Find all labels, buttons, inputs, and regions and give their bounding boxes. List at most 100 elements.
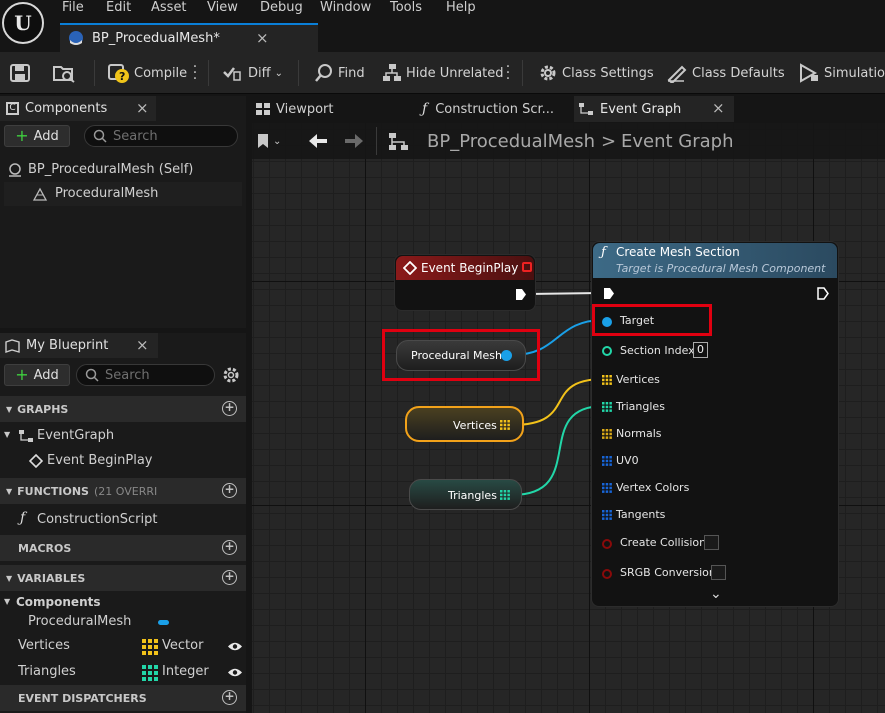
create-collision-checkbox[interactable] bbox=[704, 535, 719, 550]
normals-pin-icon[interactable] bbox=[602, 429, 612, 439]
macros-section-header[interactable]: MACROS + bbox=[0, 535, 246, 561]
component-self-item[interactable]: BP_ProceduralMesh (Self) bbox=[0, 158, 246, 182]
vertices-getter-node[interactable]: Vertices bbox=[405, 406, 524, 442]
simulation-label: Simulation bbox=[824, 65, 885, 81]
my-blueprint-search-input[interactable]: Search bbox=[76, 364, 215, 386]
vertex-colors-pin-icon[interactable] bbox=[602, 483, 612, 493]
menu-view[interactable]: View bbox=[207, 0, 238, 15]
create-mesh-section-node[interactable]: ƒ Create Mesh Section Target is Procedur… bbox=[591, 241, 839, 607]
breadcrumb-graph[interactable]: Event Graph bbox=[621, 131, 734, 152]
function-icon: ƒ bbox=[422, 101, 428, 117]
create-collision-pin-icon[interactable] bbox=[602, 539, 612, 549]
variables-section-header[interactable]: ▼ VARIABLES + bbox=[0, 565, 246, 591]
variable-row-vertices[interactable]: Vertices Vector bbox=[0, 635, 246, 657]
menu-window[interactable]: Window bbox=[320, 0, 371, 15]
menu-tools[interactable]: Tools bbox=[390, 0, 422, 15]
variable-row-proceduralmesh[interactable]: ProceduralMesh bbox=[0, 613, 246, 633]
component-proceduralmesh-item[interactable]: ProceduralMesh bbox=[4, 182, 242, 206]
components-tab-label: Components bbox=[25, 101, 108, 116]
menu-edit[interactable]: Edit bbox=[106, 0, 131, 15]
add-function-icon[interactable]: + bbox=[222, 483, 237, 498]
vertices-pin-icon[interactable] bbox=[602, 375, 612, 385]
my-blueprint-add-button[interactable]: + Add bbox=[4, 364, 70, 386]
srgb-conversion-pin-icon[interactable] bbox=[602, 569, 612, 579]
back-arrow-icon[interactable] bbox=[308, 133, 328, 149]
class-settings-button[interactable]: Class Settings bbox=[538, 52, 654, 94]
tangents-pin-icon[interactable] bbox=[602, 510, 612, 520]
graphs-section-header[interactable]: ▼ GRAPHS + bbox=[0, 396, 246, 422]
exec-out-pin-icon[interactable] bbox=[817, 287, 829, 300]
graph-icon bbox=[19, 430, 33, 442]
add-variable-icon[interactable]: + bbox=[222, 570, 237, 585]
triangles-pin-icon[interactable] bbox=[602, 402, 612, 412]
event-dispatchers-section-header[interactable]: EVENT DISPATCHERS + bbox=[0, 685, 246, 711]
variable-type: Integer bbox=[162, 664, 209, 679]
components-tab[interactable]: C Components × bbox=[0, 96, 156, 121]
tab-construction-script[interactable]: ƒ Construction Scr... bbox=[412, 96, 572, 122]
tab-viewport[interactable]: Viewport bbox=[252, 96, 412, 122]
exec-in-pin-icon[interactable] bbox=[603, 287, 615, 300]
menu-debug[interactable]: Debug bbox=[260, 0, 303, 15]
integer-array-pin-icon[interactable] bbox=[500, 490, 510, 500]
menu-asset[interactable]: Asset bbox=[151, 0, 187, 15]
save-icon[interactable] bbox=[10, 64, 30, 82]
my-blueprint-search-placeholder: Search bbox=[105, 367, 150, 383]
component-self-label: BP_ProceduralMesh (Self) bbox=[28, 162, 194, 177]
document-tab[interactable]: BP_ProcedualMesh* × bbox=[60, 23, 318, 52]
tab-event-graph[interactable]: Event Graph × bbox=[574, 96, 734, 122]
delegate-pin-icon[interactable] bbox=[522, 262, 532, 272]
add-dispatcher-icon[interactable]: + bbox=[222, 690, 237, 705]
hide-unrelated-button[interactable]: Hide Unrelated bbox=[382, 52, 504, 94]
simulation-icon bbox=[800, 63, 818, 83]
class-defaults-button[interactable]: Class Defaults bbox=[666, 52, 785, 94]
exec-out-pin-icon[interactable] bbox=[515, 288, 527, 301]
variable-row-triangles[interactable]: Triangles Integer bbox=[0, 661, 246, 683]
compile-button[interactable]: ? Compile bbox=[108, 52, 187, 94]
hide-unrelated-options-icon[interactable]: · · · bbox=[505, 60, 511, 86]
eye-icon[interactable] bbox=[227, 667, 243, 678]
unreal-logo-icon[interactable]: U bbox=[2, 2, 44, 44]
browse-icon[interactable] bbox=[52, 63, 76, 83]
hide-unrelated-icon bbox=[383, 64, 401, 81]
event-beginplay-title: Event BeginPlay bbox=[421, 261, 519, 275]
toolbar: ? Compile · · · Diff ⌄ Find Hide Unrelated… bbox=[0, 52, 885, 94]
forward-arrow-icon[interactable] bbox=[344, 133, 364, 149]
graph-item-beginplay[interactable]: Event BeginPlay bbox=[0, 450, 246, 472]
find-button[interactable]: Find bbox=[314, 52, 365, 94]
menu-file[interactable]: File bbox=[62, 0, 84, 15]
triangles-getter-node[interactable]: Triangles bbox=[409, 479, 522, 510]
breadcrumb-blueprint[interactable]: BP_ProcedualMesh bbox=[427, 131, 595, 152]
my-blueprint-tab[interactable]: My Blueprint × bbox=[0, 333, 158, 358]
functions-section-header[interactable]: ▼ FUNCTIONS (21 OVERRI + bbox=[0, 478, 246, 504]
eye-icon[interactable] bbox=[227, 641, 243, 652]
simulation-button[interactable]: Simulation bbox=[798, 52, 885, 94]
components-tab-close[interactable]: × bbox=[136, 99, 149, 117]
menu-help[interactable]: Help bbox=[446, 0, 476, 15]
settings-gear-icon[interactable] bbox=[222, 366, 240, 384]
my-blueprint-tab-close[interactable]: × bbox=[136, 336, 149, 354]
function-item-constructionscript[interactable]: ƒ ConstructionScript bbox=[0, 509, 246, 531]
diff-button[interactable]: Diff ⌄ bbox=[222, 52, 283, 94]
graph-item-eventgraph[interactable]: ▼ EventGraph bbox=[0, 425, 246, 447]
components-group[interactable]: ▼ Components bbox=[0, 594, 246, 612]
variable-name: Vertices bbox=[18, 638, 70, 653]
components-search-input[interactable]: Search bbox=[84, 125, 238, 147]
plus-icon: + bbox=[15, 365, 29, 384]
components-add-label: Add bbox=[33, 128, 59, 144]
section-index-pin-icon[interactable] bbox=[602, 346, 612, 356]
add-macro-icon[interactable]: + bbox=[222, 540, 237, 555]
document-tab-close[interactable]: × bbox=[256, 29, 269, 47]
section-index-value-input[interactable]: 0 bbox=[693, 342, 708, 358]
vector-array-pin-icon[interactable] bbox=[500, 420, 510, 430]
compile-options-icon[interactable]: · · · bbox=[192, 60, 198, 86]
event-beginplay-node[interactable]: Event BeginPlay bbox=[394, 254, 536, 311]
add-graph-icon[interactable]: + bbox=[222, 401, 237, 416]
collapse-arrow-icon: ▼ bbox=[6, 486, 13, 496]
chevron-down-icon[interactable]: ⌄ bbox=[710, 586, 722, 602]
variable-name: Triangles bbox=[18, 664, 76, 679]
uv0-pin-icon[interactable] bbox=[602, 456, 612, 466]
bookmark-button[interactable]: ⌄ bbox=[256, 129, 292, 153]
srgb-conversion-checkbox[interactable] bbox=[711, 565, 726, 580]
components-add-button[interactable]: + Add bbox=[4, 125, 70, 147]
tab-event-graph-close[interactable]: × bbox=[712, 99, 725, 117]
